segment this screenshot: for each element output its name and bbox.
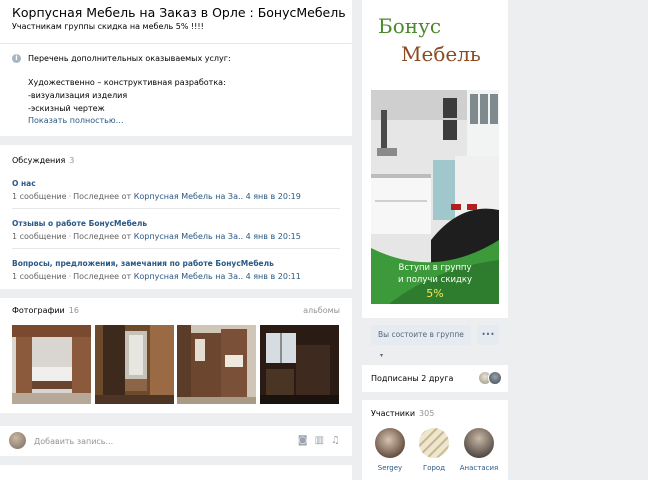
camera-icon[interactable]: ◙ [298, 435, 308, 446]
member-avatar [375, 428, 405, 458]
members-title: Участники [371, 409, 416, 418]
music-icon[interactable]: ♫ [331, 435, 340, 446]
topic-messages: 1 сообщение [12, 272, 67, 281]
member-item[interactable]: Sergey [368, 428, 412, 472]
topic-last-label: Последнее от [73, 272, 132, 281]
more-actions-button[interactable]: ••• [477, 325, 499, 345]
albums-link[interactable]: альбомы [303, 306, 340, 315]
post-composer[interactable]: Добавить запись... ◙ ▥ ♫ [0, 426, 352, 456]
topic-item: О нас 1 сообщение · Последнее от Корпусная… [12, 179, 340, 219]
member-item[interactable]: Город [412, 428, 456, 472]
brand-logo-line2: Мебель [401, 42, 481, 66]
topic-meta: 1 сообщение · Последнее от Корпусная Мебел… [12, 232, 301, 241]
membership-label: Вы состоите в группе [378, 330, 464, 339]
banner-text-1: Вступи в группу [398, 263, 471, 273]
topic-title[interactable]: Отзывы о работе БонусМебель [12, 219, 147, 228]
members-block: Участники 305 Sergey Город Анастасия [362, 400, 508, 480]
divider [12, 208, 340, 209]
topic-date-link[interactable]: 4 янв в 20:19 [246, 192, 301, 201]
group-cover: Бонус Мебель Вступи в группу и получи ск… [362, 0, 508, 359]
user-avatar [9, 432, 26, 449]
next-post-card [0, 465, 352, 480]
topic-last-label: Последнее от [73, 232, 132, 241]
discussions-title: Обсуждения [12, 156, 66, 165]
topic-author-link[interactable]: Корпусная Мебель на За.. [134, 232, 243, 241]
photo-thumbnail[interactable] [260, 325, 339, 404]
topic-author-link[interactable]: Корпусная Мебель на За.. [134, 272, 243, 281]
member-avatar [464, 428, 494, 458]
discussions-header[interactable]: Обсуждения 3 [12, 156, 74, 165]
topic-item: Отзывы о работе БонусМебель 1 сообщение ·… [12, 219, 340, 259]
info-line: Художественно – конструктивная разработк… [28, 78, 226, 87]
topic-messages: 1 сообщение [12, 232, 67, 241]
group-title: Корпусная Мебель на Заказ в Орле : Бонус… [12, 5, 346, 20]
photo-thumbnail[interactable] [177, 325, 256, 404]
topic-meta: 1 сообщение · Последнее от Корпусная Мебел… [12, 192, 301, 201]
member-name: Город [422, 464, 446, 472]
member-avatar [419, 428, 449, 458]
topic-title[interactable]: Вопросы, предложения, замечания по работ… [12, 259, 274, 268]
brand-logo-line1: Бонус [378, 14, 442, 38]
group-header: Корпусная Мебель на Заказ в Орле : Бонус… [0, 0, 352, 43]
topic-messages: 1 сообщение [12, 192, 67, 201]
banner-percent: 5% [426, 287, 443, 300]
member-name: Анастасия [459, 464, 499, 472]
photos-count: 16 [68, 306, 79, 315]
info-line: Перечень дополнительных оказываемых услу… [28, 54, 231, 63]
member-name: Sergey [377, 464, 403, 472]
info-icon: i [12, 54, 21, 63]
cover-image[interactable]: Вступи в группу и получи скидку 5% [371, 90, 499, 304]
friends-label: Подписаны 2 друга [371, 374, 454, 383]
topic-meta: 1 сообщение · Последнее от Корпусная Мебел… [12, 272, 301, 281]
friend-avatar[interactable] [488, 371, 502, 385]
group-info: i Перечень дополнительных оказываемых ус… [0, 43, 352, 136]
chevron-down-icon: ▾ [380, 352, 384, 359]
topic-author-link[interactable]: Корпусная Мебель на За.. [134, 192, 243, 201]
group-status: Участникам группы скидка на мебель 5% !!… [12, 22, 204, 31]
post-input[interactable]: Добавить запись... [34, 437, 113, 446]
topic-date-link[interactable]: 4 янв в 20:11 [246, 272, 301, 281]
members-header[interactable]: Участники 305 [371, 409, 434, 418]
info-line: -эскизный чертеж [28, 104, 105, 113]
topic-title[interactable]: О нас [12, 179, 36, 188]
info-line: -визуализация изделия [28, 91, 128, 100]
photos-block: Фотографии 16 альбомы [0, 298, 352, 413]
divider [12, 248, 340, 249]
members-count: 305 [419, 409, 435, 418]
show-more-link[interactable]: Показать полностью… [28, 116, 124, 125]
topic-date-link[interactable]: 4 янв в 20:15 [246, 232, 301, 241]
attach-icons: ◙ ▥ ♫ [291, 435, 340, 446]
membership-dropdown-button[interactable]: Вы состоите в группе ▾ [371, 325, 471, 359]
friends-subscribed[interactable]: Подписаны 2 друга [362, 365, 508, 392]
photos-header[interactable]: Фотографии 16 [12, 306, 79, 315]
member-item[interactable]: Анастасия [457, 428, 501, 472]
discussions-count: 3 [69, 156, 75, 165]
photo-thumbnail[interactable] [12, 325, 91, 404]
photos-title: Фотографии [12, 306, 65, 315]
discussions-block: Обсуждения 3 О нас 1 сообщение · Последнее … [0, 145, 352, 289]
banner-text-2: и получи скидку [398, 275, 472, 285]
topic-item: Вопросы, предложения, замечания по работ… [12, 259, 340, 299]
topic-last-label: Последнее от [73, 192, 132, 201]
video-icon[interactable]: ▥ [315, 435, 324, 446]
photo-thumbnail[interactable] [95, 325, 174, 404]
